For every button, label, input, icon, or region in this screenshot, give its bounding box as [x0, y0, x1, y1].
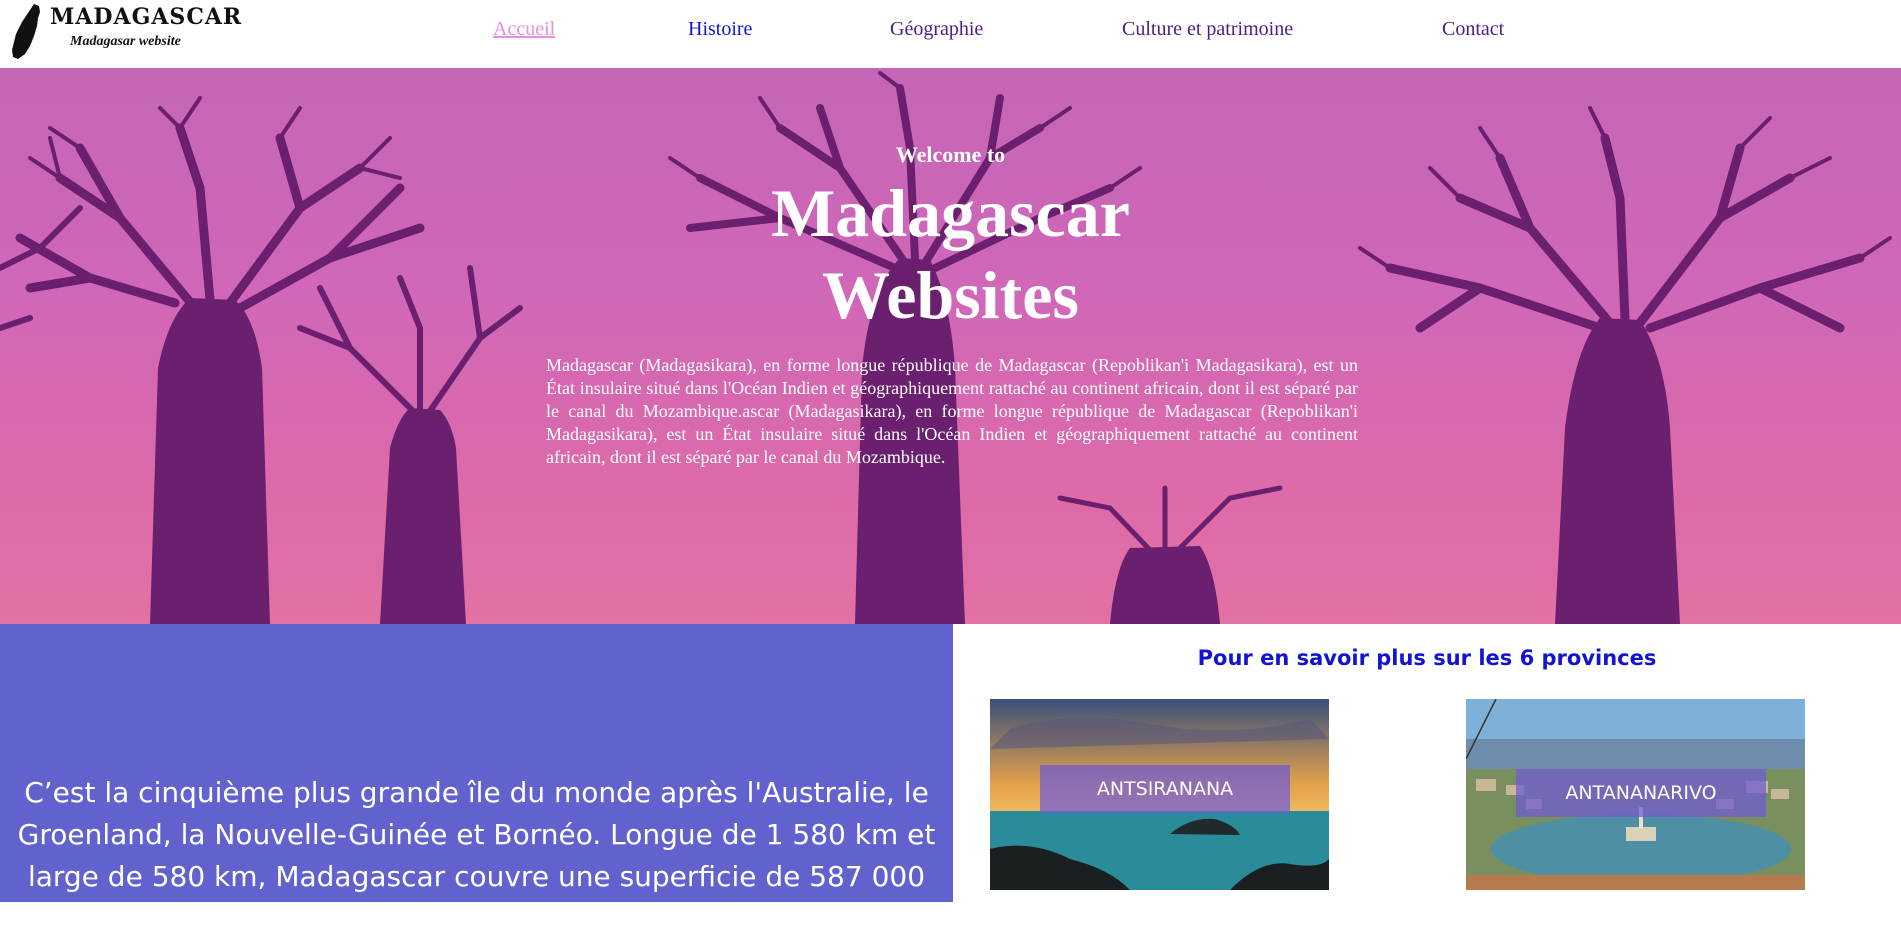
hero-section: Welcome to Madagascar Websites Madagasca…: [0, 68, 1901, 624]
nav-link-contact[interactable]: Contact: [1442, 18, 1504, 41]
card-label-antananarivo: ANTANANARIVO: [1516, 769, 1766, 817]
site-logo[interactable]: MADAGASCAR Madagasar website: [10, 2, 241, 62]
provinces-heading: Pour en savoir plus sur les 6 provinces: [1197, 646, 1657, 670]
hero-description: Madagascar (Madagasikara), en forme long…: [546, 355, 1358, 467]
nav-link-geographie[interactable]: Géographie: [890, 18, 983, 41]
provinces-panel: Pour en savoir plus sur les 6 provinces …: [953, 624, 1901, 902]
madagascar-map-icon: [12, 4, 40, 59]
logo-title: MADAGASCAR: [50, 4, 243, 30]
nav-link-culture-et-patrimoine[interactable]: Culture et patrimoine: [1122, 18, 1293, 41]
hero-title-line1: Madagascar: [771, 175, 1130, 251]
nav-link-accueil[interactable]: Accueil: [493, 18, 555, 41]
hero-title: Madagascar Websites: [0, 172, 1901, 336]
hero-title-line2: Websites: [822, 257, 1079, 333]
site-header: MADAGASCAR Madagasar website Accueil His…: [0, 0, 1901, 68]
logo-subtitle: Madagasar website: [70, 34, 181, 49]
province-card-antsiranana[interactable]: ANTSIRANANA: [990, 699, 1329, 890]
province-card-antananarivo[interactable]: ANTANANARIVO: [1466, 699, 1805, 890]
card-label-antsiranana: ANTSIRANANA: [1040, 765, 1290, 813]
fact-text: C’est la cinquième plus grande île du mo…: [17, 776, 936, 935]
nav-link-histoire[interactable]: Histoire: [688, 18, 752, 41]
fact-panel: C’est la cinquième plus grande île du mo…: [0, 624, 953, 935]
hero-welcome: Welcome to: [895, 142, 1006, 167]
